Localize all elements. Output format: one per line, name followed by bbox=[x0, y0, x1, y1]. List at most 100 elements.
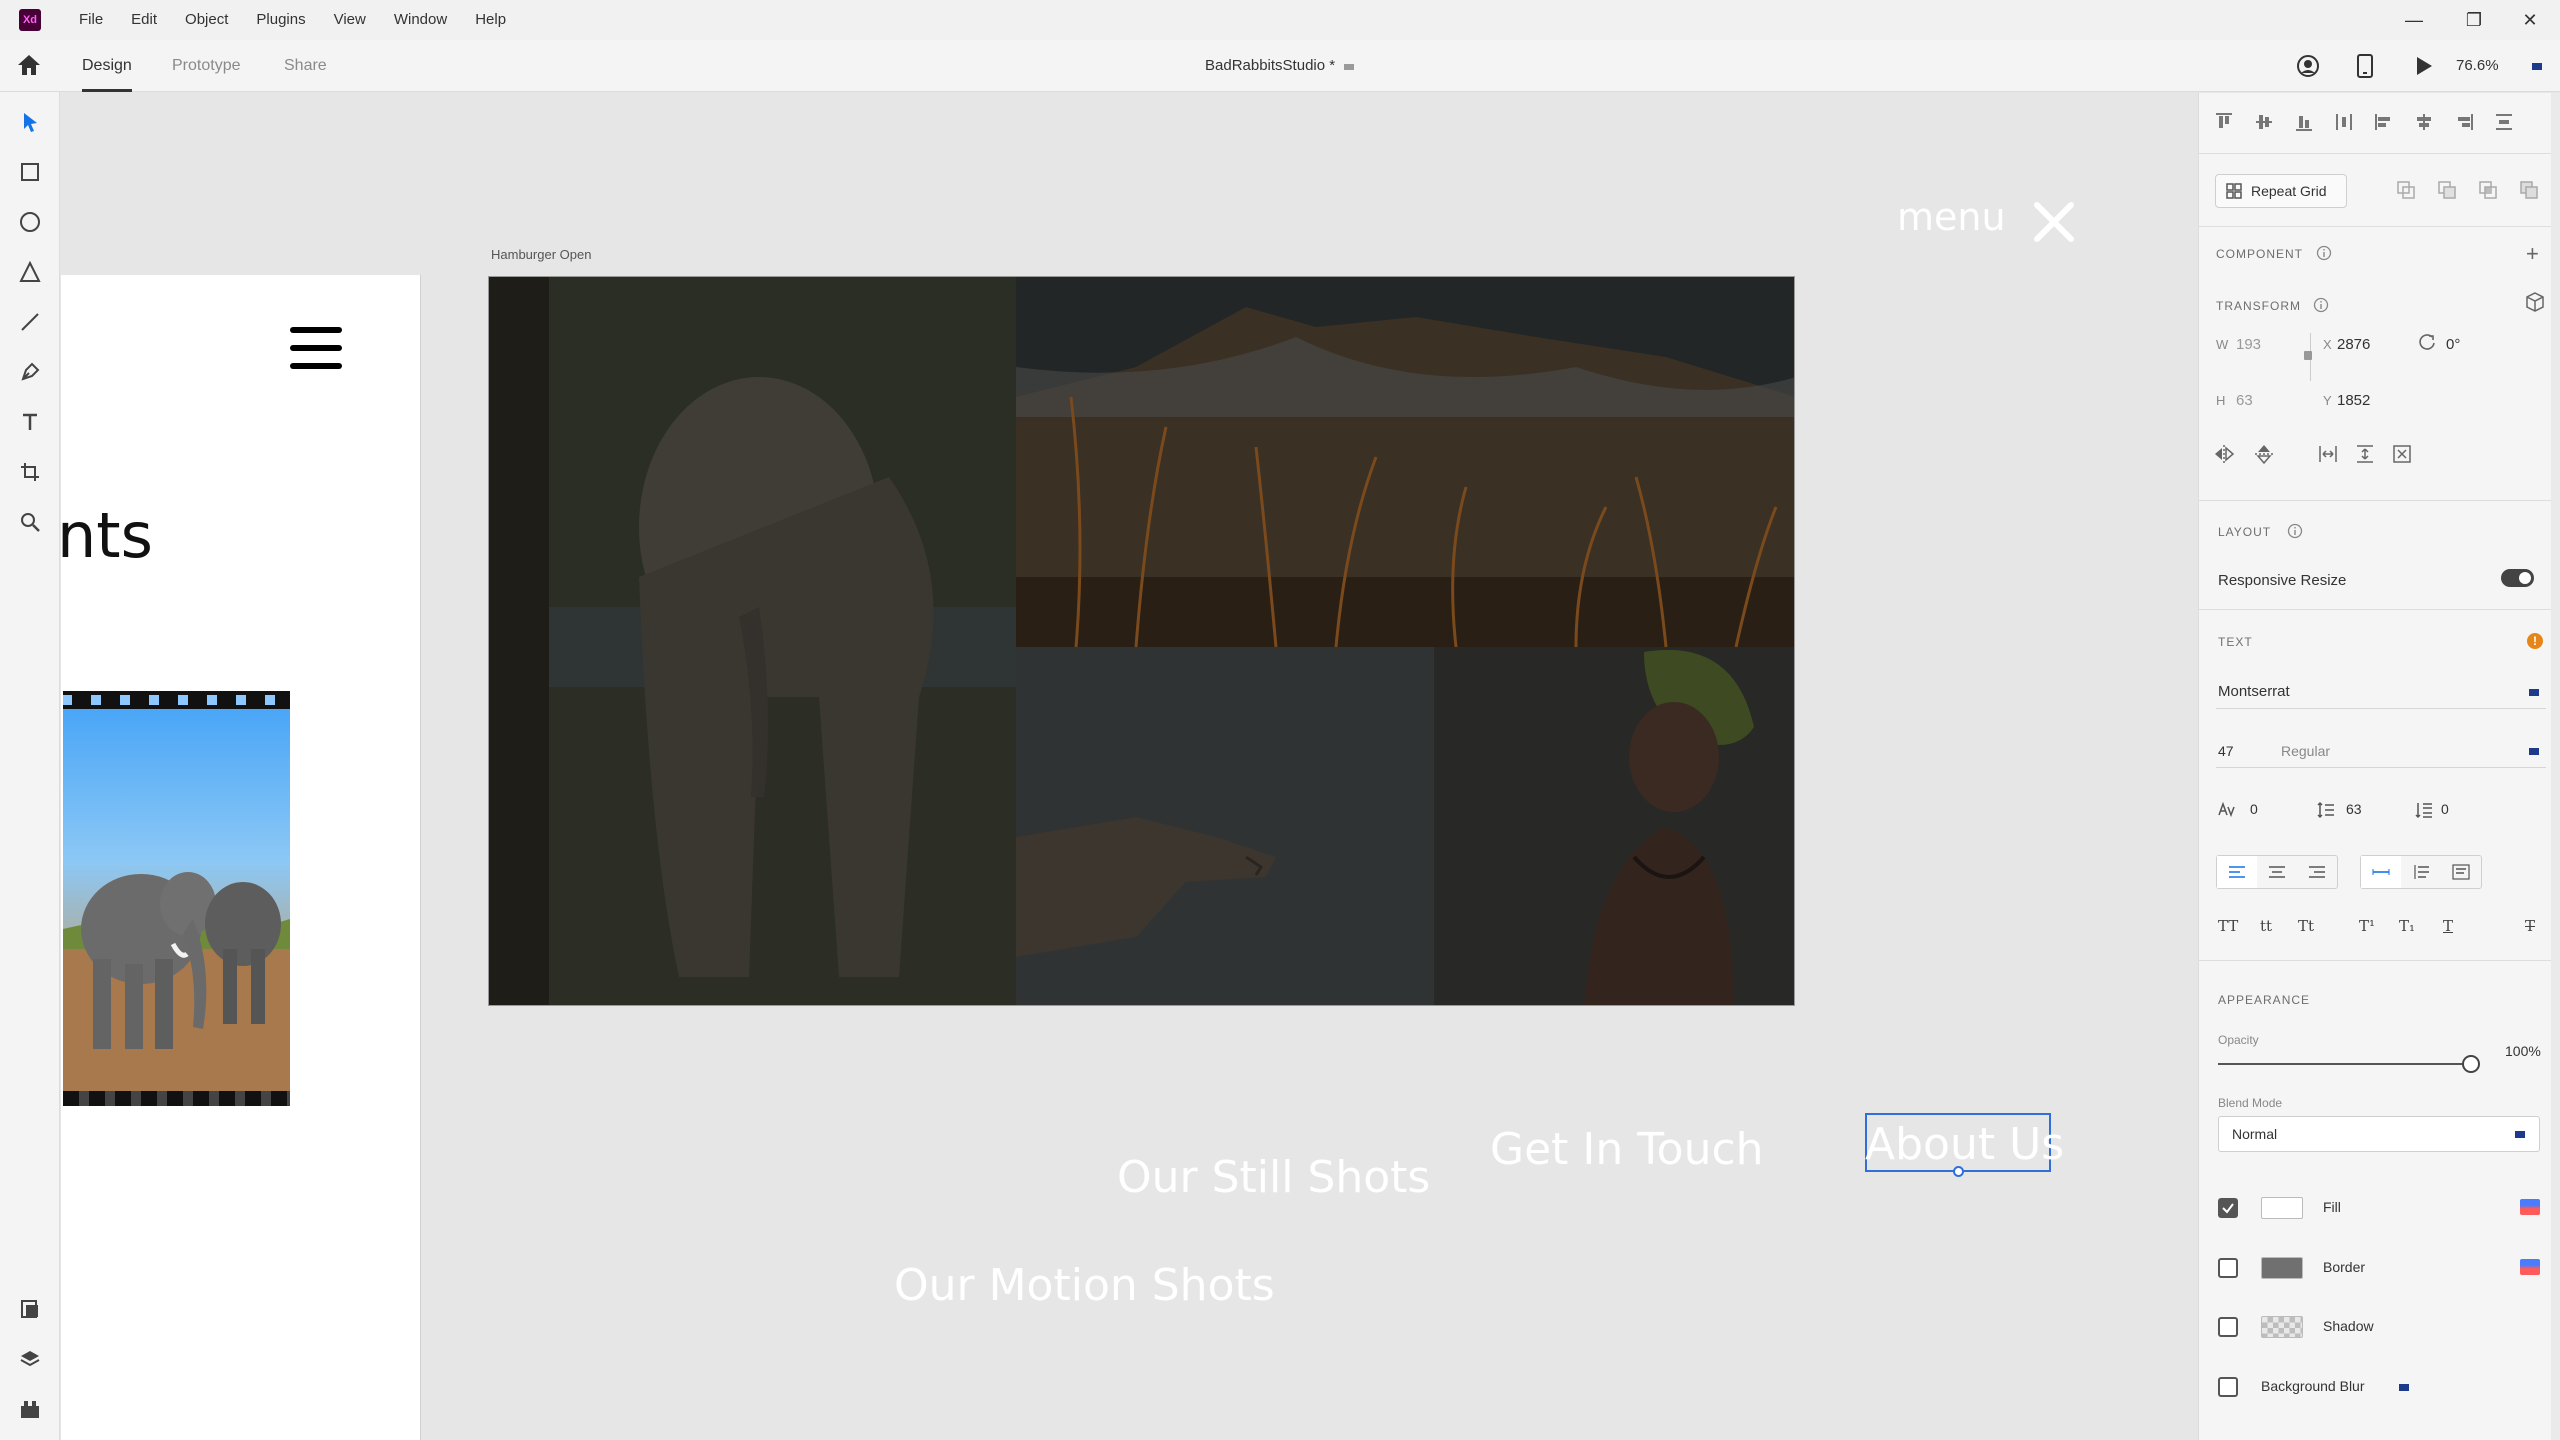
fit-content-icon[interactable] bbox=[2391, 443, 2413, 465]
zoom-level[interactable]: 76.6% bbox=[2456, 40, 2499, 92]
font-weight-dropdown-icon[interactable] bbox=[2529, 748, 2539, 755]
component-info-icon[interactable] bbox=[2316, 245, 2332, 266]
align-top-icon[interactable] bbox=[2213, 111, 2235, 133]
text-transform-uppercase[interactable]: TT bbox=[2218, 917, 2238, 935]
width-field[interactable]: 193 bbox=[2236, 336, 2261, 353]
missing-font-warning-icon[interactable]: ! bbox=[2527, 633, 2543, 649]
nav-link-about-us[interactable]: About Us bbox=[1865, 1119, 2064, 1170]
boolean-subtract-icon[interactable] bbox=[2436, 179, 2458, 201]
opacity-value[interactable]: 100% bbox=[2505, 1043, 2541, 1059]
film-strip-image[interactable] bbox=[63, 691, 290, 1106]
select-tool-icon[interactable] bbox=[15, 107, 45, 137]
opacity-slider-track[interactable] bbox=[2218, 1063, 2464, 1065]
artboard-tool-icon[interactable] bbox=[15, 457, 45, 487]
play-preview-icon[interactable] bbox=[2414, 55, 2434, 82]
boolean-intersect-icon[interactable] bbox=[2477, 179, 2499, 201]
border-eyedropper-icon[interactable] bbox=[2520, 1259, 2540, 1275]
shadow-swatch[interactable] bbox=[2261, 1316, 2303, 1338]
align-left-icon[interactable] bbox=[2373, 111, 2395, 133]
rectangle-tool-icon[interactable] bbox=[15, 157, 45, 187]
fit-height-icon[interactable] bbox=[2354, 443, 2376, 465]
tab-prototype[interactable]: Prototype bbox=[172, 40, 240, 92]
layout-info-icon[interactable] bbox=[2287, 523, 2303, 544]
artboard-label[interactable]: Hamburger Open bbox=[491, 247, 591, 262]
tab-share[interactable]: Share bbox=[284, 40, 327, 92]
close-menu-icon[interactable] bbox=[2033, 201, 2075, 248]
flip-horizontal-icon[interactable] bbox=[2213, 443, 2235, 465]
font-family-field[interactable]: Montserrat bbox=[2218, 683, 2290, 700]
shadow-checkbox[interactable] bbox=[2218, 1317, 2238, 1337]
menu-file[interactable]: File bbox=[65, 0, 117, 40]
minimize-button[interactable]: — bbox=[2386, 0, 2442, 40]
document-menu-chevron-icon[interactable] bbox=[1344, 64, 1354, 70]
font-size-field[interactable]: 47 bbox=[2218, 743, 2234, 759]
nav-link-get-in-touch[interactable]: Get In Touch bbox=[1490, 1124, 1764, 1175]
menu-view[interactable]: View bbox=[320, 0, 380, 40]
device-preview-icon[interactable] bbox=[2356, 53, 2374, 84]
panel-scrollbar[interactable] bbox=[2551, 93, 2560, 1440]
text-transform-titlecase[interactable]: Tt bbox=[2298, 917, 2314, 935]
fixed-size-icon[interactable] bbox=[2441, 856, 2481, 888]
fit-width-icon[interactable] bbox=[2317, 443, 2339, 465]
nav-link-motion-shots[interactable]: Our Motion Shots bbox=[894, 1260, 1275, 1311]
tab-design[interactable]: Design bbox=[82, 40, 132, 92]
auto-height-icon[interactable] bbox=[2401, 856, 2441, 888]
ellipse-tool-icon[interactable] bbox=[15, 207, 45, 237]
menu-label[interactable]: menu bbox=[1897, 195, 2006, 239]
user-account-icon[interactable] bbox=[2296, 54, 2320, 83]
align-center-icon[interactable] bbox=[2413, 111, 2435, 133]
text-superscript[interactable]: T¹ bbox=[2359, 917, 2375, 935]
align-bottom-icon[interactable] bbox=[2293, 111, 2315, 133]
hamburger-icon[interactable] bbox=[290, 327, 342, 374]
close-button[interactable]: ✕ bbox=[2502, 0, 2558, 40]
repeat-grid-button[interactable]: Repeat Grid bbox=[2215, 174, 2347, 208]
align-right-icon[interactable] bbox=[2453, 111, 2475, 133]
x-field[interactable]: 2876 bbox=[2337, 336, 2370, 353]
zoom-dropdown-icon[interactable] bbox=[2532, 63, 2542, 70]
text-underline[interactable]: T bbox=[2443, 917, 2453, 935]
layers-panel-icon[interactable] bbox=[15, 1344, 45, 1374]
menu-object[interactable]: Object bbox=[171, 0, 242, 40]
assets-panel-icon[interactable] bbox=[15, 1294, 45, 1324]
height-field[interactable]: 63 bbox=[2236, 392, 2253, 409]
auto-width-icon[interactable] bbox=[2361, 856, 2401, 888]
fill-checkbox[interactable] bbox=[2218, 1198, 2238, 1218]
align-middle-icon[interactable] bbox=[2253, 111, 2275, 133]
menu-help[interactable]: Help bbox=[461, 0, 520, 40]
align-text-center-icon[interactable] bbox=[2257, 856, 2297, 888]
align-text-left-icon[interactable] bbox=[2217, 856, 2257, 888]
character-spacing-field[interactable]: 0 bbox=[2250, 801, 2258, 817]
background-blur-checkbox[interactable] bbox=[2218, 1377, 2238, 1397]
transform-info-icon[interactable] bbox=[2313, 297, 2329, 318]
zoom-tool-icon[interactable] bbox=[15, 507, 45, 537]
line-spacing-field[interactable]: 63 bbox=[2346, 801, 2362, 817]
flip-vertical-icon[interactable] bbox=[2253, 443, 2275, 465]
font-weight-field[interactable]: Regular bbox=[2281, 743, 2330, 759]
boolean-exclude-icon[interactable] bbox=[2518, 179, 2540, 201]
rotation-field[interactable]: 0° bbox=[2446, 336, 2460, 353]
selection-box[interactable]: About Us bbox=[1865, 1113, 2064, 1177]
text-strikethrough[interactable]: T bbox=[2525, 917, 2535, 935]
menu-edit[interactable]: Edit bbox=[117, 0, 171, 40]
resize-handle[interactable] bbox=[1953, 1166, 1964, 1177]
opacity-slider-thumb[interactable] bbox=[2462, 1055, 2480, 1073]
aspect-lock-icon[interactable] bbox=[2299, 333, 2312, 381]
plugins-panel-icon[interactable] bbox=[15, 1394, 45, 1424]
menu-window[interactable]: Window bbox=[380, 0, 461, 40]
left-artboard[interactable]: nts bbox=[61, 275, 421, 1440]
fill-eyedropper-icon[interactable] bbox=[2520, 1199, 2540, 1215]
add-component-icon[interactable]: + bbox=[2526, 241, 2539, 267]
distribute-horizontal-icon[interactable] bbox=[2493, 111, 2515, 133]
text-tool-icon[interactable] bbox=[15, 407, 45, 437]
3d-transform-icon[interactable] bbox=[2524, 291, 2546, 318]
font-family-dropdown-icon[interactable] bbox=[2529, 689, 2539, 696]
y-field[interactable]: 1852 bbox=[2337, 392, 2370, 409]
responsive-resize-toggle[interactable] bbox=[2501, 569, 2534, 587]
fill-color-swatch[interactable] bbox=[2261, 1197, 2303, 1219]
text-subscript[interactable]: T₁ bbox=[2399, 917, 2415, 935]
home-icon[interactable] bbox=[16, 53, 42, 82]
menu-plugins[interactable]: Plugins bbox=[242, 0, 319, 40]
nav-link-still-shots[interactable]: Our Still Shots bbox=[1117, 1152, 1430, 1203]
photo-collage[interactable] bbox=[488, 276, 1795, 1006]
restore-button[interactable]: ❐ bbox=[2446, 0, 2502, 40]
